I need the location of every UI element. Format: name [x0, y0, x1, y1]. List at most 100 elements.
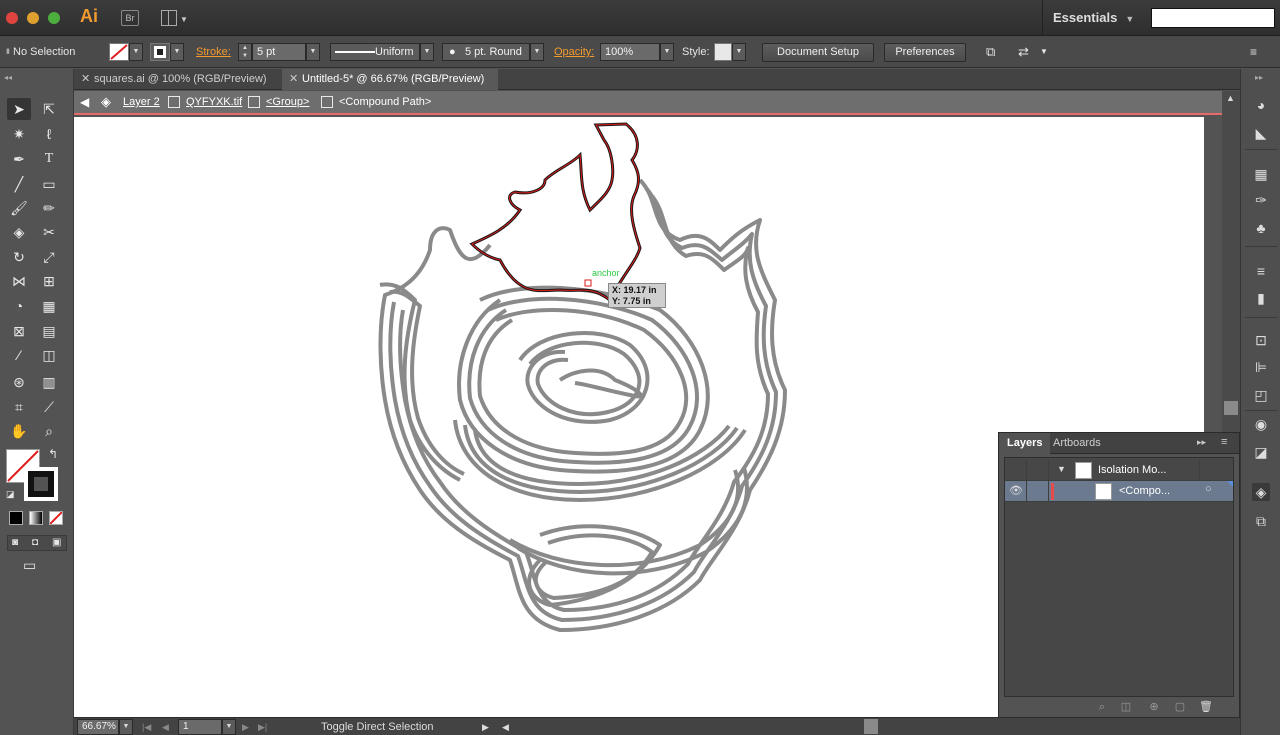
scale-tool-icon[interactable]: ⤢ — [37, 246, 61, 268]
collapse-panel-icon[interactable]: ▸▸ — [1197, 437, 1206, 448]
status-toggle-label[interactable]: Toggle Direct Selection — [321, 718, 434, 735]
screen-mode-icon[interactable]: ▭ — [23, 557, 36, 574]
magic-wand-tool-icon[interactable]: ✷ — [7, 123, 31, 145]
symbol-sprayer-tool-icon[interactable]: ⊛ — [7, 371, 31, 393]
scroll-thumb[interactable] — [1224, 401, 1238, 415]
zoom-dropdown[interactable]: ▼ — [119, 719, 133, 735]
close-window-button[interactable] — [6, 12, 18, 24]
slice-tool-icon[interactable]: ⟋ — [37, 396, 61, 418]
stroke-swatch[interactable] — [150, 43, 170, 61]
arrange-icon[interactable]: ⇄ — [1018, 36, 1029, 68]
appearance-icon[interactable]: ◉ — [1252, 415, 1270, 433]
arrange-documents-button[interactable]: ▼ — [161, 10, 188, 26]
direct-selection-tool-icon[interactable]: ⇱ — [37, 98, 61, 120]
lock-cell[interactable] — [1027, 481, 1049, 502]
search-field[interactable] — [1151, 8, 1275, 28]
breadcrumb-image[interactable]: QYFYXK.tif — [186, 91, 242, 113]
back-arrow-icon[interactable]: ◀ — [80, 91, 89, 113]
breadcrumb-layer[interactable]: Layer 2 — [123, 91, 160, 113]
layers-icon[interactable]: ◈ — [1252, 483, 1270, 501]
eye-icon[interactable]: 👁 — [1009, 484, 1023, 497]
width-tool-icon[interactable]: ⋈ — [7, 270, 31, 292]
type-tool-icon[interactable]: T — [37, 148, 61, 170]
pen-tool-icon[interactable]: ✒ — [7, 148, 31, 170]
transform-icon[interactable]: ⊡ — [1252, 331, 1270, 349]
first-artboard-icon[interactable]: |◀ — [142, 718, 151, 735]
artboard-dropdown[interactable]: ▼ — [222, 719, 236, 735]
color-icon[interactable]: ◕ — [1252, 96, 1270, 114]
scroll-left-icon[interactable]: ◀ — [502, 718, 509, 735]
disclosure-triangle-icon[interactable]: ▼ — [1057, 464, 1066, 474]
opacity-input[interactable]: 100% — [600, 43, 660, 61]
target-circle-icon[interactable]: ○ — [1205, 483, 1212, 495]
brush-definition[interactable]: ● 5 pt. Round — [442, 43, 530, 61]
mesh-tool-icon[interactable]: ⊠ — [7, 320, 31, 342]
collapse-icon[interactable]: ◂◂ — [4, 73, 12, 82]
scroll-up-icon[interactable]: ▲ — [1226, 93, 1235, 103]
lock-cell[interactable] — [1027, 460, 1049, 481]
status-menu-arrow-icon[interactable]: ▶ — [482, 718, 489, 735]
layer-row-compound[interactable]: 👁 <Compo... ○ — [1005, 481, 1233, 502]
bridge-button[interactable]: Br — [121, 10, 139, 26]
breadcrumb-group[interactable]: <Group> — [266, 91, 309, 113]
create-layer-icon[interactable]: ▢ — [1173, 700, 1187, 714]
minimize-window-button[interactable] — [27, 12, 39, 24]
visibility-cell[interactable]: 👁 — [1005, 481, 1027, 502]
pencil-tool-icon[interactable]: ✏ — [37, 197, 61, 219]
paintbrush-tool-icon[interactable]: 🖌 — [7, 197, 31, 219]
profile-dropdown[interactable]: ▼ — [420, 43, 434, 61]
column-graph-tool-icon[interactable]: ▥ — [37, 371, 61, 393]
tab-layers[interactable]: Layers — [999, 433, 1051, 454]
draw-behind-icon[interactable]: ◘ — [32, 537, 38, 548]
tab-artboards[interactable]: Artboards — [1045, 433, 1109, 454]
opacity-dropdown[interactable]: ▼ — [660, 43, 674, 61]
tab-squares[interactable]: ✕ squares.ai @ 100% (RGB/Preview) — [74, 69, 282, 90]
none-mode-icon[interactable] — [49, 511, 63, 525]
draw-normal-icon[interactable]: ◙ — [12, 537, 18, 548]
symbols-icon[interactable]: ♣ — [1252, 219, 1270, 237]
preferences-button[interactable]: Preferences — [884, 43, 966, 62]
stroke-dropdown[interactable]: ▼ — [170, 43, 184, 61]
artboards-icon[interactable]: ⧉ — [1252, 512, 1270, 530]
swatches-icon[interactable]: ▦ — [1252, 165, 1270, 183]
tab-untitled-5[interactable]: ✕ Untitled-5* @ 66.67% (RGB/Preview) — [282, 69, 498, 90]
stroke-color-box[interactable] — [24, 467, 58, 501]
graphic-style-swatch[interactable] — [714, 43, 732, 61]
color-guide-icon[interactable]: ◣ — [1252, 124, 1270, 142]
previous-artboard-icon[interactable]: ◀ — [162, 718, 169, 735]
brush-dropdown[interactable]: ▼ — [530, 43, 544, 61]
chevron-down-icon[interactable]: ▼ — [1040, 36, 1048, 68]
brushes-icon[interactable]: ✑ — [1252, 191, 1270, 209]
artboard-number-input[interactable]: 1 — [178, 719, 222, 735]
expand-icon[interactable]: ▸▸ — [1255, 73, 1263, 82]
graphic-styles-icon[interactable]: ◪ — [1252, 443, 1270, 461]
rectangle-tool-icon[interactable]: ▭ — [37, 173, 61, 195]
layer-row-isolation[interactable]: ▼ Isolation Mo... — [1005, 460, 1233, 481]
stroke-weight-input[interactable]: 5 pt — [252, 43, 306, 61]
isolate-icon[interactable]: ⧉ — [986, 36, 995, 68]
opacity-label[interactable]: Opacity: — [554, 36, 594, 68]
align-icon[interactable]: ⊫ — [1252, 358, 1270, 376]
last-artboard-icon[interactable]: ▶| — [258, 718, 267, 735]
make-clipping-mask-icon[interactable]: ◫ — [1119, 700, 1133, 714]
free-transform-tool-icon[interactable]: ⊞ — [37, 270, 61, 292]
hand-tool-icon[interactable]: ✋ — [7, 420, 31, 442]
stroke-label[interactable]: Stroke: — [196, 36, 231, 68]
shape-builder-tool-icon[interactable]: ◔ — [7, 295, 31, 317]
stroke-weight-dropdown[interactable]: ▼ — [306, 43, 320, 61]
zoom-input[interactable]: 66.67% — [77, 719, 119, 735]
variable-width-profile[interactable]: Uniform — [330, 43, 420, 61]
target-cell[interactable] — [1199, 460, 1233, 481]
panel-menu-icon[interactable]: ≡ — [1250, 36, 1257, 68]
next-artboard-icon[interactable]: ▶ — [242, 718, 249, 735]
color-mode-icon[interactable] — [9, 511, 23, 525]
close-icon[interactable]: ✕ — [289, 69, 298, 90]
blend-tool-icon[interactable]: ◫ — [37, 344, 61, 366]
default-colors-icon[interactable]: ◪ — [6, 489, 15, 500]
blob-brush-tool-icon[interactable]: ◈ — [7, 221, 31, 243]
selection-tool-icon[interactable]: ➤ — [7, 98, 31, 120]
create-sublayer-icon[interactable]: ⊕ — [1147, 700, 1161, 714]
gradient-tool-icon[interactable]: ▤ — [37, 320, 61, 342]
style-dropdown[interactable]: ▼ — [732, 43, 746, 61]
stroke-panel-icon[interactable]: ≡ — [1252, 262, 1270, 280]
